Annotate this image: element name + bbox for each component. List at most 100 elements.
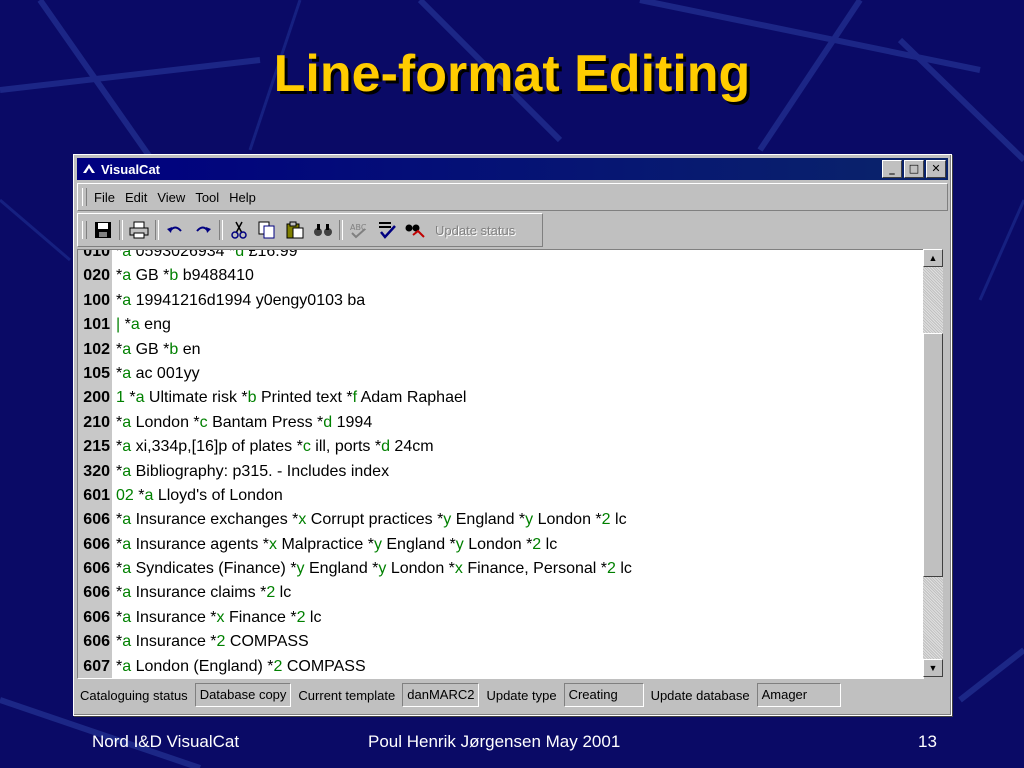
field-text: lc <box>305 608 322 626</box>
field-text: England * <box>381 535 456 553</box>
paste-icon[interactable] <box>281 218 309 242</box>
field-text: Lloyd's of London <box>153 486 283 504</box>
field-text: London (England) * <box>131 657 274 675</box>
record-line[interactable]: 010 *a 0593026934 *d £16.99 <box>78 249 923 264</box>
record-line[interactable]: 215 *a xi,334p,[16]p of plates *c ill, po… <box>78 435 923 459</box>
toolbar: ABC Update status <box>77 213 543 247</box>
field-text: ac 001yy <box>131 364 200 382</box>
undo-icon[interactable] <box>161 218 189 242</box>
update-status-button[interactable]: Update status <box>429 223 521 238</box>
record-line[interactable]: 200 1 *a Ultimate risk *b Printed text *f… <box>78 386 923 410</box>
field-content: *a 0593026934 *d £16.99 <box>112 249 298 260</box>
record-line[interactable]: 606 *a Insurance claims *2 lc <box>78 581 923 605</box>
spellcheck-icon[interactable]: ABC <box>345 218 373 242</box>
find-icon[interactable] <box>309 218 337 242</box>
subfield-code: a <box>122 413 132 431</box>
record-line[interactable]: 105 *a ac 001yy <box>78 362 923 386</box>
field-text: Finance * <box>224 608 297 626</box>
validate-icon[interactable] <box>373 218 401 242</box>
current-template-value: danMARC2 <box>402 683 480 707</box>
subfield-code: a <box>122 511 132 529</box>
field-text: Ultimate risk * <box>144 389 248 407</box>
redo-icon[interactable] <box>189 218 217 242</box>
field-text: ill, ports * <box>310 438 382 456</box>
subfield-code: a <box>122 608 132 626</box>
subfield-code: a <box>122 364 132 382</box>
field-tag: 606 <box>83 633 110 651</box>
record-line[interactable]: 101 | *a eng <box>78 313 923 337</box>
cataloguing-status-value: Database copy <box>194 683 292 707</box>
field-tag: 606 <box>83 608 110 626</box>
record-line[interactable]: 606 *a Syndicates (Finance) *y England *y… <box>78 557 923 581</box>
field-content: *a GB *b en <box>112 341 201 358</box>
subfield-code: 1 <box>116 389 125 407</box>
record-editor[interactable]: 010 *a 0593026934 *d £16.99 020 *a GB *b b9… <box>77 249 924 679</box>
record-line[interactable]: 100 *a 19941216d1994 y0engy0103 ba <box>78 289 923 313</box>
record-line[interactable]: 210 *a London *c Bantam Press *d 1994 <box>78 411 923 435</box>
menu-grip[interactable] <box>82 188 87 206</box>
record-line[interactable]: 102 *a GB *b en <box>78 338 923 362</box>
update-type-value: Creating <box>563 683 644 707</box>
field-content: *a GB *b b9488410 <box>112 267 254 284</box>
field-text: Insurance * <box>131 608 217 626</box>
cut-icon[interactable] <box>225 218 253 242</box>
toolbar-grip[interactable] <box>82 221 87 239</box>
field-text: 19941216d1994 y0engy0103 ba <box>131 291 366 309</box>
scroll-up-icon[interactable]: ▲ <box>923 249 943 267</box>
field-text: COMPASS <box>282 657 366 675</box>
subfield-code: a <box>122 462 132 480</box>
record-line[interactable]: 320 *a Bibliography: p315. - Includes ind… <box>78 460 923 484</box>
subfield-code: a <box>122 249 132 260</box>
subfield-code: a <box>122 267 132 285</box>
subfield-code: b <box>169 267 179 285</box>
record-line[interactable]: 606 *a Insurance agents *x Malpractice *y… <box>78 533 923 557</box>
field-text: London * <box>533 511 602 529</box>
maximize-button[interactable]: □ <box>904 160 924 178</box>
field-content: *a Insurance *x Finance *2 lc <box>112 609 321 626</box>
field-content: *a London *c Bantam Press *d 1994 <box>112 414 372 431</box>
subfield-code: c <box>199 413 208 431</box>
field-text: * <box>120 316 131 334</box>
field-text: Finance, Personal * <box>462 560 607 578</box>
record-line[interactable]: 601 02 *a Lloyd's of London <box>78 484 923 508</box>
toolbar-separator <box>155 220 159 240</box>
menu-file[interactable]: File <box>89 190 120 205</box>
field-content: *a Insurance *2 COMPASS <box>112 633 309 650</box>
record-line[interactable]: 606 *a Insurance exchanges *x Corrupt pra… <box>78 508 923 532</box>
scroll-thumb[interactable] <box>923 333 943 577</box>
subfield-code: a <box>122 535 132 553</box>
close-button[interactable]: ✕ <box>926 160 946 178</box>
record-line[interactable]: 607 *a London (England) *2 COMPASS <box>78 655 923 678</box>
menu-view[interactable]: View <box>152 190 190 205</box>
field-text: Adam Raphael <box>357 389 467 407</box>
subfield-code: a <box>122 291 132 309</box>
subfield-code: y <box>296 560 305 578</box>
subfield-code: a <box>122 438 132 456</box>
subfield-code: d <box>381 438 390 456</box>
subfield-code: a <box>122 584 132 602</box>
save-icon[interactable] <box>89 218 117 242</box>
minimize-button[interactable]: _ <box>882 160 902 178</box>
record-line[interactable]: 606 *a Insurance *2 COMPASS <box>78 630 923 654</box>
menu-tool[interactable]: Tool <box>190 190 224 205</box>
field-text: lc <box>615 560 632 578</box>
copy-icon[interactable] <box>253 218 281 242</box>
window-titlebar[interactable]: VisualCat _ □ ✕ <box>77 158 948 180</box>
search-icon[interactable] <box>401 218 429 242</box>
subfield-code: x <box>269 535 278 553</box>
menu-bar: File Edit View Tool Help <box>77 183 948 211</box>
update-database-label: Update database <box>650 687 750 703</box>
subfield-code: b <box>169 340 179 358</box>
subfield-code: 2 <box>601 511 611 529</box>
field-text: Insurance * <box>131 633 217 651</box>
scroll-down-icon[interactable]: ▼ <box>923 659 943 677</box>
subfield-code: 2 <box>532 535 542 553</box>
menu-help[interactable]: Help <box>224 190 261 205</box>
field-text: Malpractice * <box>277 535 374 553</box>
vertical-scrollbar[interactable]: ▲ ▼ <box>923 249 943 677</box>
menu-edit[interactable]: Edit <box>120 190 152 205</box>
record-line[interactable]: 606 *a Insurance *x Finance *2 lc <box>78 606 923 630</box>
field-tag: 105 <box>83 364 110 382</box>
record-line[interactable]: 020 *a GB *b b9488410 <box>78 264 923 288</box>
print-icon[interactable] <box>125 218 153 242</box>
